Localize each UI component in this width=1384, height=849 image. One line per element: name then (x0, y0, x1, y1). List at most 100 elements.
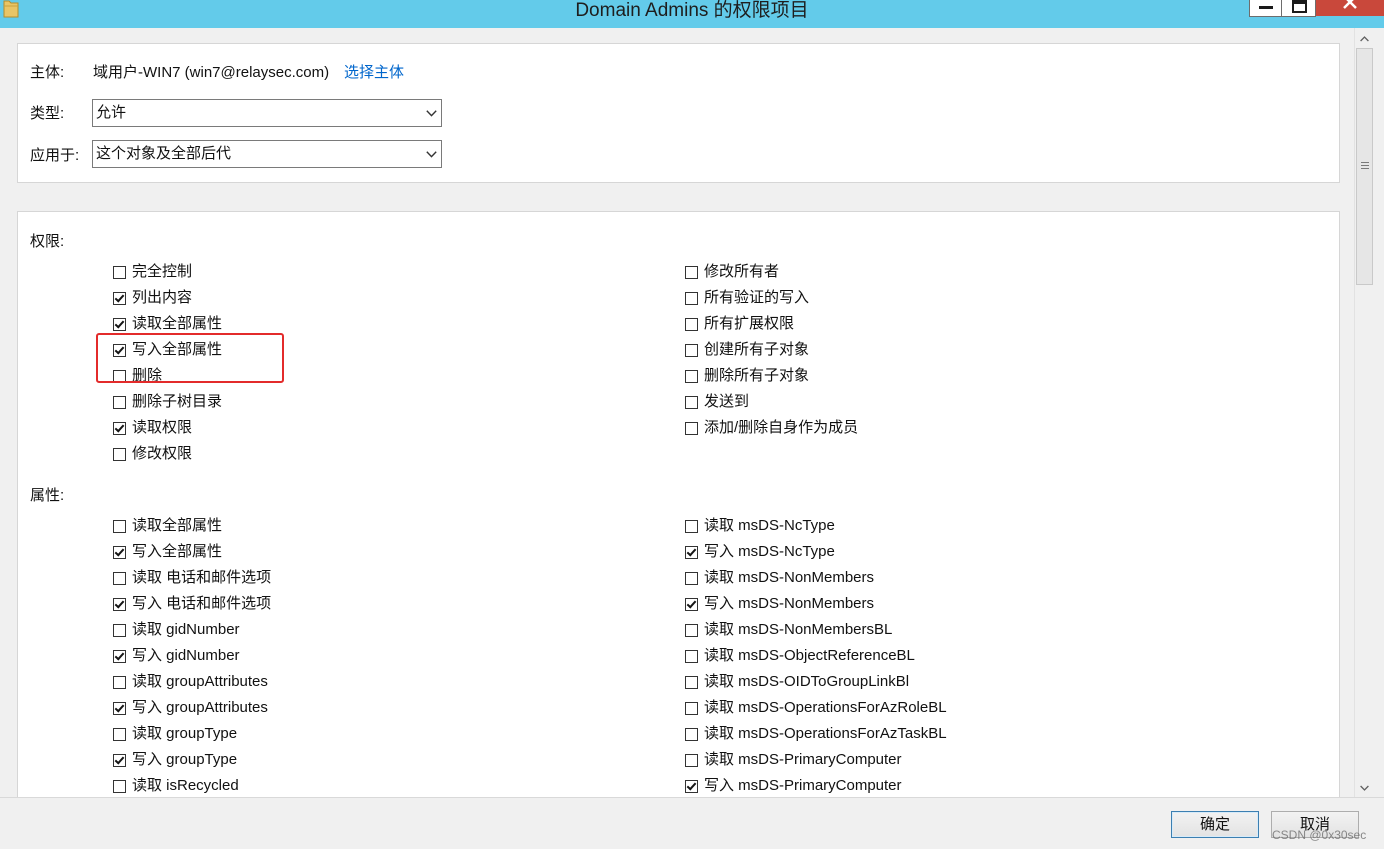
perm-delete-checkbox[interactable] (113, 369, 126, 383)
prop-write-msds-primarycomputer-item[interactable]: 写入 msDS-PrimaryComputer (685, 773, 947, 797)
prop-write-all-properties-item[interactable]: 写入全部属性 (113, 539, 271, 565)
prop-read-gidnumber-item[interactable]: 读取 gidNumber (113, 617, 271, 643)
prop-write-msds-nctype-item[interactable]: 写入 msDS-NcType (685, 539, 947, 565)
close-button[interactable] (1316, 0, 1384, 16)
prop-read-msds-nonmembersbl-label: 读取 msDS-NonMembersBL (704, 621, 893, 638)
prop-read-msds-primarycomputer-item[interactable]: 读取 msDS-PrimaryComputer (685, 747, 947, 773)
perm-read-all-properties-checkbox[interactable] (113, 317, 126, 331)
scroll-up-button[interactable] (1355, 29, 1374, 48)
perm-modify-permissions-item[interactable]: 修改权限 (113, 441, 222, 467)
prop-read-msds-nonmembers-checkbox[interactable] (685, 571, 698, 585)
prop-write-gidnumber-label: 写入 gidNumber (132, 647, 240, 664)
prop-read-msds-operationsforaztaskbl-checkbox[interactable] (685, 727, 698, 741)
prop-read-msds-operationsforazrolebl-item[interactable]: 读取 msDS-OperationsForAzRoleBL (685, 695, 947, 721)
minimize-button[interactable] (1249, 0, 1282, 17)
perm-full-control-checkbox[interactable] (113, 265, 126, 279)
perm-modify-owner-checkbox[interactable] (685, 265, 698, 279)
perm-modify-permissions-checkbox[interactable] (113, 447, 126, 461)
prop-read-all-properties-item[interactable]: 读取全部属性 (113, 513, 271, 539)
prop-read-grouptype-checkbox[interactable] (113, 727, 126, 741)
perm-delete-item[interactable]: 删除 (113, 363, 222, 389)
permissions-section-label: 权限: (30, 233, 65, 250)
prop-write-msds-nonmembers-item[interactable]: 写入 msDS-NonMembers (685, 591, 947, 617)
perm-send-to-item[interactable]: 发送到 (685, 389, 858, 415)
prop-write-phone-mail-options-item[interactable]: 写入 电话和邮件选项 (113, 591, 271, 617)
prop-read-isrecycled-checkbox[interactable] (113, 779, 126, 793)
perm-delete-all-child-objects-item[interactable]: 删除所有子对象 (685, 363, 858, 389)
prop-write-msds-nonmembers-checkbox[interactable] (685, 597, 698, 611)
prop-read-all-properties-checkbox[interactable] (113, 519, 126, 533)
perm-add-remove-self-as-member-item[interactable]: 添加/删除自身作为成员 (685, 415, 858, 441)
perm-create-all-child-objects-checkbox[interactable] (685, 343, 698, 357)
perm-write-all-properties-item[interactable]: 写入全部属性 (113, 337, 222, 363)
maximize-icon (1292, 0, 1307, 13)
prop-write-gidnumber-checkbox[interactable] (113, 649, 126, 663)
perm-all-validated-writes-checkbox[interactable] (685, 291, 698, 305)
scroll-down-button[interactable] (1355, 778, 1374, 797)
chevron-down-icon (426, 151, 437, 158)
principal-panel: 主体: 域用户-WIN7 (win7@relaysec.com) 选择主体 类型… (17, 43, 1340, 183)
perm-read-permissions-checkbox[interactable] (113, 421, 126, 435)
perm-list-contents-checkbox[interactable] (113, 291, 126, 305)
select-principal-link[interactable]: 选择主体 (344, 63, 404, 83)
perm-modify-owner-item[interactable]: 修改所有者 (685, 259, 858, 285)
prop-read-msds-oidtogrouplinkbl-checkbox[interactable] (685, 675, 698, 689)
prop-read-gidnumber-checkbox[interactable] (113, 623, 126, 637)
title-bar[interactable]: Domain Admins 的权限项目 (0, 0, 1384, 28)
prop-read-msds-nonmembersbl-item[interactable]: 读取 msDS-NonMembersBL (685, 617, 947, 643)
perm-all-extended-rights-checkbox[interactable] (685, 317, 698, 331)
prop-read-grouptype-label: 读取 groupType (132, 725, 238, 742)
ok-button[interactable]: 确定 (1171, 811, 1259, 838)
prop-write-phone-mail-options-checkbox[interactable] (113, 597, 126, 611)
prop-write-gidnumber-item[interactable]: 写入 gidNumber (113, 643, 271, 669)
prop-write-grouptype-checkbox[interactable] (113, 753, 126, 767)
prop-read-msds-nonmembers-item[interactable]: 读取 msDS-NonMembers (685, 565, 947, 591)
permissions-panel: 权限: 完全控制 列出内容 读取全部属性 写入全部属性 删除 删除子树目录 读取… (17, 211, 1340, 797)
vertical-scrollbar[interactable] (1354, 28, 1374, 797)
prop-write-groupattributes-checkbox[interactable] (113, 701, 126, 715)
prop-read-msds-objectreferencebl-item[interactable]: 读取 msDS-ObjectReferenceBL (685, 643, 947, 669)
type-dropdown[interactable]: 允许 (92, 99, 442, 127)
prop-read-phone-mail-options-checkbox[interactable] (113, 571, 126, 585)
prop-read-groupattributes-item[interactable]: 读取 groupAttributes (113, 669, 271, 695)
perm-delete-subtree-item[interactable]: 删除子树目录 (113, 389, 222, 415)
perm-create-all-child-objects-item[interactable]: 创建所有子对象 (685, 337, 858, 363)
prop-read-msds-operationsforazrolebl-checkbox[interactable] (685, 701, 698, 715)
prop-write-msds-nctype-checkbox[interactable] (685, 545, 698, 559)
prop-read-msds-oidtogrouplinkbl-item[interactable]: 读取 msDS-OIDToGroupLinkBl (685, 669, 947, 695)
perm-send-to-checkbox[interactable] (685, 395, 698, 409)
perm-read-permissions-item[interactable]: 读取权限 (113, 415, 222, 441)
prop-read-phone-mail-options-item[interactable]: 读取 电话和邮件选项 (113, 565, 271, 591)
maximize-button[interactable] (1282, 0, 1316, 17)
perm-read-all-properties-item[interactable]: 读取全部属性 (113, 311, 222, 337)
perm-delete-subtree-checkbox[interactable] (113, 395, 126, 409)
scroll-pane: 主体: 域用户-WIN7 (win7@relaysec.com) 选择主体 类型… (0, 28, 1354, 797)
perm-write-all-properties-checkbox[interactable] (113, 343, 126, 357)
prop-read-msds-operationsforaztaskbl-item[interactable]: 读取 msDS-OperationsForAzTaskBL (685, 721, 947, 747)
applies-to-dropdown[interactable]: 这个对象及全部后代 (92, 140, 442, 168)
prop-write-phone-mail-options-label: 写入 电话和邮件选项 (132, 595, 272, 612)
prop-write-all-properties-checkbox[interactable] (113, 545, 126, 559)
prop-read-msds-nonmembersbl-checkbox[interactable] (685, 623, 698, 637)
perm-all-validated-writes-item[interactable]: 所有验证的写入 (685, 285, 858, 311)
prop-read-isrecycled-item[interactable]: 读取 isRecycled (113, 773, 271, 797)
perm-all-extended-rights-item[interactable]: 所有扩展权限 (685, 311, 858, 337)
prop-write-msds-primarycomputer-checkbox[interactable] (685, 779, 698, 793)
chevron-up-icon (1360, 35, 1369, 41)
chevron-down-icon (1360, 785, 1369, 791)
prop-read-msds-objectreferencebl-checkbox[interactable] (685, 649, 698, 663)
minimize-icon (1259, 6, 1273, 9)
prop-write-grouptype-item[interactable]: 写入 groupType (113, 747, 271, 773)
scrollbar-thumb[interactable] (1356, 48, 1373, 285)
prop-read-msds-primarycomputer-checkbox[interactable] (685, 753, 698, 767)
prop-write-groupattributes-item[interactable]: 写入 groupAttributes (113, 695, 271, 721)
prop-read-grouptype-item[interactable]: 读取 groupType (113, 721, 271, 747)
principal-value: 域用户-WIN7 (win7@relaysec.com) (93, 64, 330, 81)
perm-add-remove-self-as-member-checkbox[interactable] (685, 421, 698, 435)
perm-delete-all-child-objects-checkbox[interactable] (685, 369, 698, 383)
prop-read-msds-nctype-checkbox[interactable] (685, 519, 698, 533)
perm-full-control-item[interactable]: 完全控制 (113, 259, 222, 285)
prop-read-msds-nctype-item[interactable]: 读取 msDS-NcType (685, 513, 947, 539)
prop-read-groupattributes-checkbox[interactable] (113, 675, 126, 689)
perm-list-contents-item[interactable]: 列出内容 (113, 285, 222, 311)
